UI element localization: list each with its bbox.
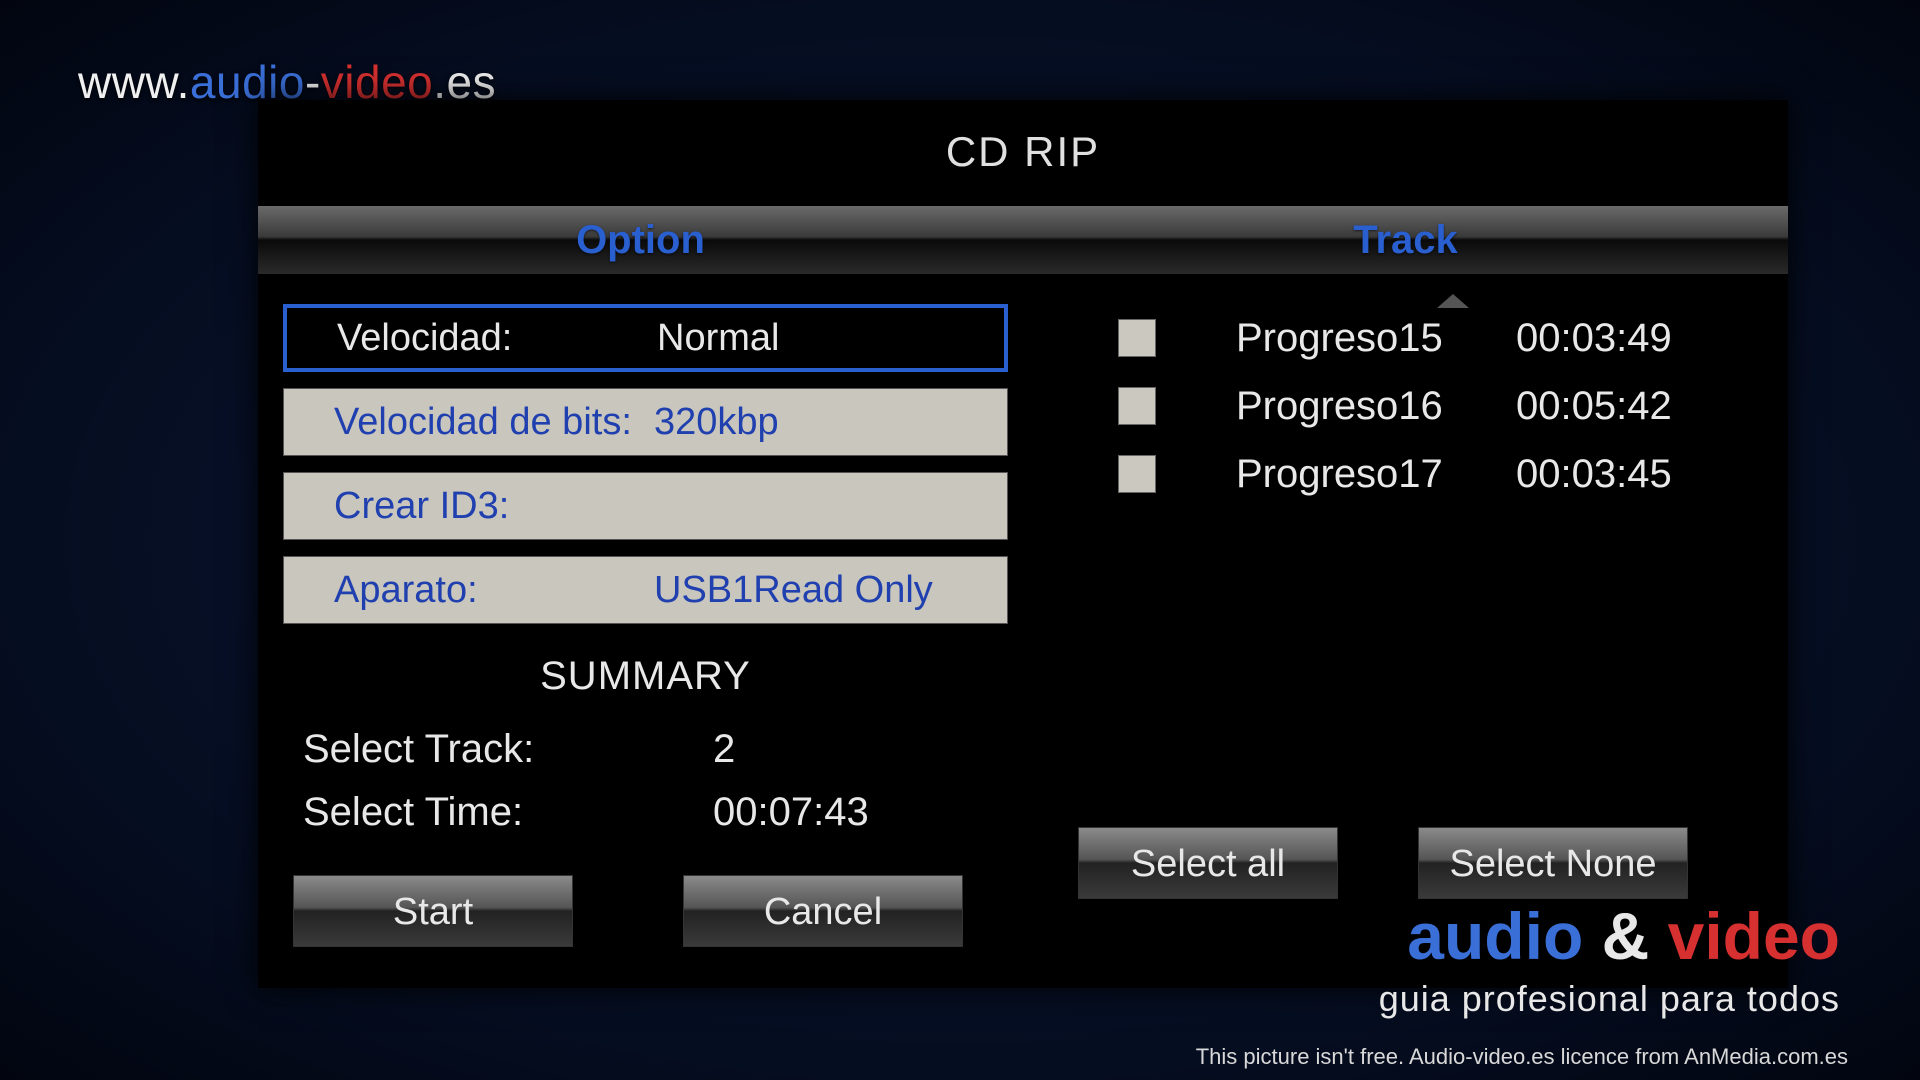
scroll-up-icon[interactable] xyxy=(1437,294,1469,308)
track-name: Progreso16 xyxy=(1236,384,1516,429)
track-time: 00:03:45 xyxy=(1516,452,1672,497)
option-row-bitrate[interactable]: Velocidad de bits: 320kbp xyxy=(283,388,1008,456)
summary-row-tracks: Select Track: 2 xyxy=(283,727,1008,772)
track-item[interactable]: Progreso16 00:05:42 xyxy=(1118,372,1748,440)
track-time: 00:05:42 xyxy=(1516,384,1672,429)
column-header-option: Option xyxy=(258,206,1023,274)
action-row-right: Select all Select None xyxy=(1078,827,1688,899)
watermark-www: www. xyxy=(78,56,190,108)
logo-amp: & xyxy=(1583,899,1667,973)
option-value: Normal xyxy=(657,317,1004,360)
track-time: 00:03:49 xyxy=(1516,316,1672,361)
column-header-row: Option Track xyxy=(258,206,1788,274)
track-name: Progreso17 xyxy=(1236,452,1516,497)
option-label: Velocidad: xyxy=(287,317,657,360)
licence-text: This picture isn't free. Audio-video.es … xyxy=(1196,1044,1848,1070)
logo-tagline: guia profesional para todos xyxy=(1379,978,1840,1020)
option-label: Aparato: xyxy=(284,569,654,612)
track-item[interactable]: Progreso17 00:03:45 xyxy=(1118,440,1748,508)
track-checkbox[interactable] xyxy=(1118,387,1156,425)
column-header-track: Track xyxy=(1023,206,1788,274)
page-title: CD RIP xyxy=(258,100,1788,206)
logo-line: audio & video xyxy=(1379,898,1840,974)
cancel-button[interactable]: Cancel xyxy=(683,875,963,947)
summary-value: 2 xyxy=(713,727,1008,772)
logo-audio: audio xyxy=(1407,899,1583,973)
track-checkbox[interactable] xyxy=(1118,455,1156,493)
summary-label: Select Time: xyxy=(283,790,713,835)
option-row-id3[interactable]: Crear ID3: xyxy=(283,472,1008,540)
action-row-left: Start Cancel xyxy=(283,875,1008,947)
logo-video: video xyxy=(1668,899,1840,973)
summary-value: 00:07:43 xyxy=(713,790,1008,835)
track-column: Progreso15 00:03:49 Progreso16 00:05:42 … xyxy=(1008,304,1788,947)
option-value: 320kbp xyxy=(654,401,1007,444)
cd-rip-panel: CD RIP Option Track Velocidad: Normal Ve… xyxy=(258,100,1788,988)
select-none-button[interactable]: Select None xyxy=(1418,827,1688,899)
option-row-speed[interactable]: Velocidad: Normal xyxy=(283,304,1008,372)
logo-block: audio & video guia profesional para todo… xyxy=(1379,898,1840,1020)
select-all-button[interactable]: Select all xyxy=(1078,827,1338,899)
summary-title: SUMMARY xyxy=(283,654,1008,699)
track-checkbox[interactable] xyxy=(1118,319,1156,357)
summary-row-time: Select Time: 00:07:43 xyxy=(283,790,1008,835)
summary-label: Select Track: xyxy=(283,727,713,772)
option-value: USB1Read Only xyxy=(654,569,1007,612)
option-label: Velocidad de bits: xyxy=(284,401,654,444)
start-button[interactable]: Start xyxy=(293,875,573,947)
option-row-device[interactable]: Aparato: USB1Read Only xyxy=(283,556,1008,624)
options-column: Velocidad: Normal Velocidad de bits: 320… xyxy=(258,304,1008,947)
track-item[interactable]: Progreso15 00:03:49 xyxy=(1118,304,1748,372)
option-label: Crear ID3: xyxy=(284,485,654,528)
track-name: Progreso15 xyxy=(1236,316,1516,361)
